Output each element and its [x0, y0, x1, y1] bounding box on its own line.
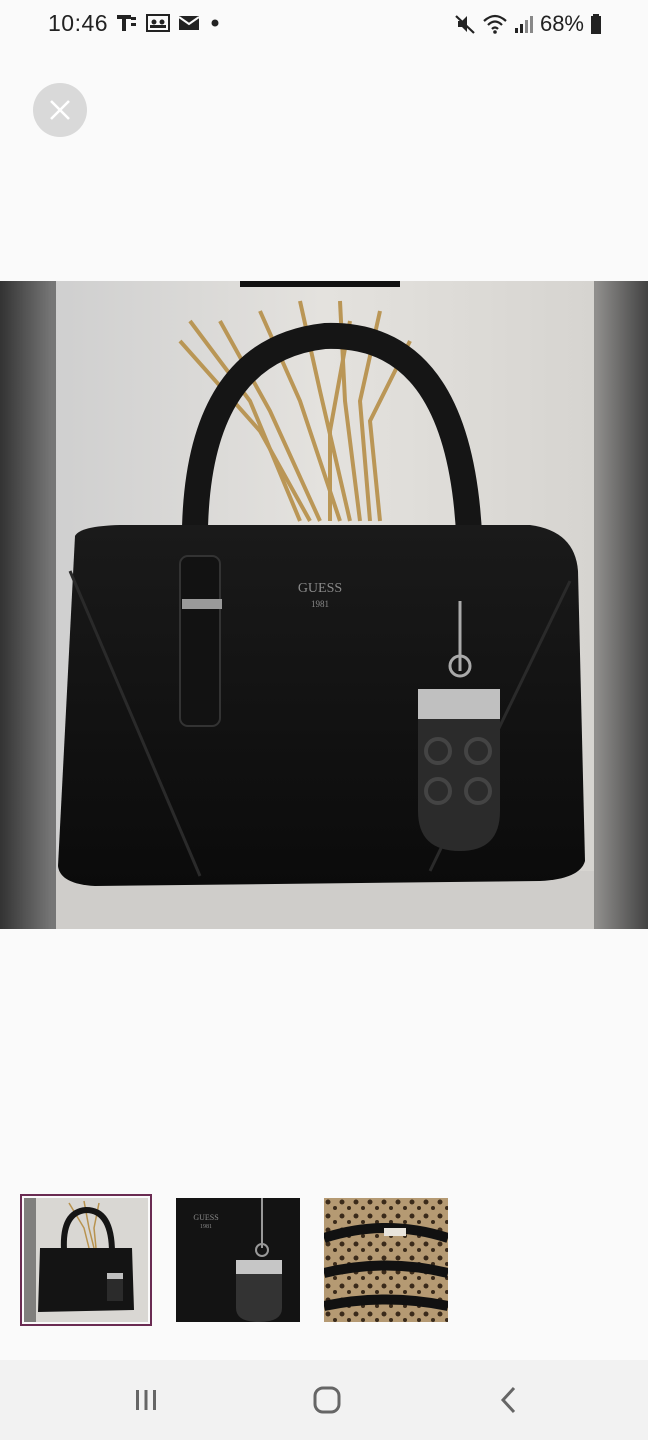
thumbnail-logo-closeup: GUESS 1981: [176, 1198, 300, 1322]
thumbnail-handbag-front: [24, 1198, 148, 1322]
recent-apps-icon: [136, 1390, 156, 1410]
home-icon: [313, 1386, 341, 1414]
wifi-icon: [483, 14, 507, 34]
handbag-photo: GUESS 1981: [0, 281, 648, 929]
main-product-image[interactable]: GUESS 1981: [0, 281, 648, 929]
thumbnail-2[interactable]: GUESS 1981: [176, 1198, 300, 1322]
thumbnail-year: 1981: [200, 1224, 212, 1230]
back-icon: [500, 1386, 516, 1414]
battery-icon: [591, 14, 601, 34]
thumbnail-interior: [324, 1198, 448, 1322]
status-time: 10:46: [48, 10, 109, 36]
status-bar: 10:46 68%: [0, 0, 648, 50]
thumbnail-strip: GUESS 1981: [20, 1194, 448, 1326]
thumbnail-brand: GUESS: [193, 1213, 218, 1222]
system-nav-bar: [0, 1360, 648, 1440]
status-right: 68%: [454, 11, 602, 37]
contacts-card-icon: [146, 14, 170, 32]
signal-icon: [514, 16, 533, 33]
thumbnail-1[interactable]: [20, 1194, 152, 1326]
mail-icon: [178, 16, 200, 30]
thumbnail-3[interactable]: [324, 1198, 448, 1322]
home-button[interactable]: [307, 1382, 347, 1418]
dot-icon: [211, 19, 219, 27]
mute-icon: [455, 15, 475, 34]
brand-logo: GUESS: [298, 581, 342, 596]
battery-percent: 68%: [539, 11, 584, 36]
close-button[interactable]: [33, 83, 87, 137]
t-icon: [117, 15, 136, 31]
recent-apps-button[interactable]: [126, 1382, 166, 1418]
back-button[interactable]: [489, 1382, 529, 1418]
brand-year: 1981: [311, 599, 329, 609]
status-left-icons: [116, 13, 222, 33]
close-icon: [50, 100, 70, 120]
